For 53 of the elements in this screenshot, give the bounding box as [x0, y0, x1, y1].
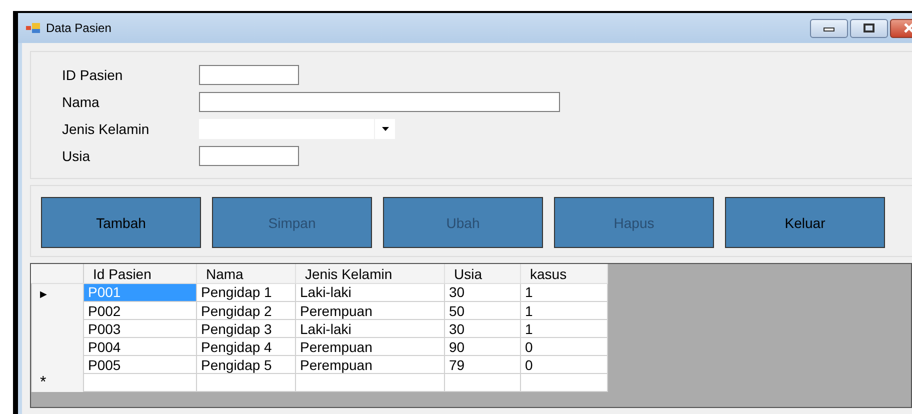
- table-cell[interactable]: 50: [444, 302, 520, 320]
- table-cell[interactable]: [296, 374, 444, 392]
- table-cell[interactable]: P003: [84, 320, 196, 338]
- table-cell[interactable]: Pengidap 1: [196, 283, 296, 302]
- table-cell[interactable]: [520, 374, 608, 392]
- input-field[interactable]: [199, 92, 560, 112]
- action-button[interactable]: Keluar: [725, 197, 885, 248]
- table-cell[interactable]: [444, 374, 520, 392]
- table-cell[interactable]: Perempuan: [296, 356, 444, 374]
- table-cell[interactable]: 30: [444, 320, 520, 338]
- table-cell[interactable]: P005: [84, 356, 196, 374]
- caret-icon: [382, 127, 388, 131]
- table-cell[interactable]: Perempuan: [296, 338, 444, 356]
- field-label: Jenis Kelamin: [62, 121, 150, 137]
- table-cell[interactable]: Pengidap 4: [196, 338, 296, 356]
- column-header[interactable]: Jenis Kelamin: [296, 264, 444, 283]
- table-cell[interactable]: 1: [520, 283, 608, 302]
- app-icon: [26, 22, 40, 34]
- column-header[interactable]: Usia: [444, 264, 520, 283]
- action-button[interactable]: Tambah: [41, 197, 201, 248]
- table-cell[interactable]: Pengidap 3: [196, 320, 296, 338]
- column-header[interactable]: kasus: [520, 264, 608, 283]
- maximize-button[interactable]: [850, 18, 888, 38]
- table-cell[interactable]: 90: [444, 338, 520, 356]
- table-cell[interactable]: P004: [84, 338, 196, 356]
- field-label: Usia: [62, 148, 92, 164]
- table-cell[interactable]: Perempuan: [296, 302, 444, 320]
- maximize-icon: [863, 23, 875, 33]
- minimize-button[interactable]: [810, 18, 848, 38]
- table-cell[interactable]: Laki-laki: [296, 283, 444, 302]
- table-cell[interactable]: 0: [520, 338, 608, 356]
- column-header[interactable]: Id Pasien: [84, 264, 196, 283]
- current-row-marker: ▶: [40, 288, 47, 298]
- table-cell[interactable]: 30: [444, 283, 520, 302]
- window-title: Data Pasien: [46, 21, 112, 35]
- table-cell[interactable]: 1: [520, 302, 608, 320]
- table-cell[interactable]: [196, 374, 296, 392]
- table-cell[interactable]: Pengidap 2: [196, 302, 296, 320]
- table-cell[interactable]: 1: [520, 320, 608, 338]
- input-field[interactable]: [199, 65, 299, 85]
- close-icon: [903, 23, 912, 33]
- table-cell[interactable]: Laki-laki: [296, 320, 444, 338]
- new-row-marker: *: [40, 374, 46, 391]
- table-cell[interactable]: P002: [84, 302, 196, 320]
- table-cell[interactable]: 79: [444, 356, 520, 374]
- table-cell[interactable]: [84, 374, 196, 392]
- table-cell[interactable]: Pengidap 5: [196, 356, 296, 374]
- field-label: Nama: [62, 94, 100, 110]
- table-cell[interactable]: 0: [520, 356, 608, 374]
- input-field[interactable]: [199, 146, 299, 166]
- dropdown-field[interactable]: [199, 119, 395, 139]
- field-label: ID Pasien: [62, 67, 124, 83]
- column-header[interactable]: Nama: [196, 264, 296, 283]
